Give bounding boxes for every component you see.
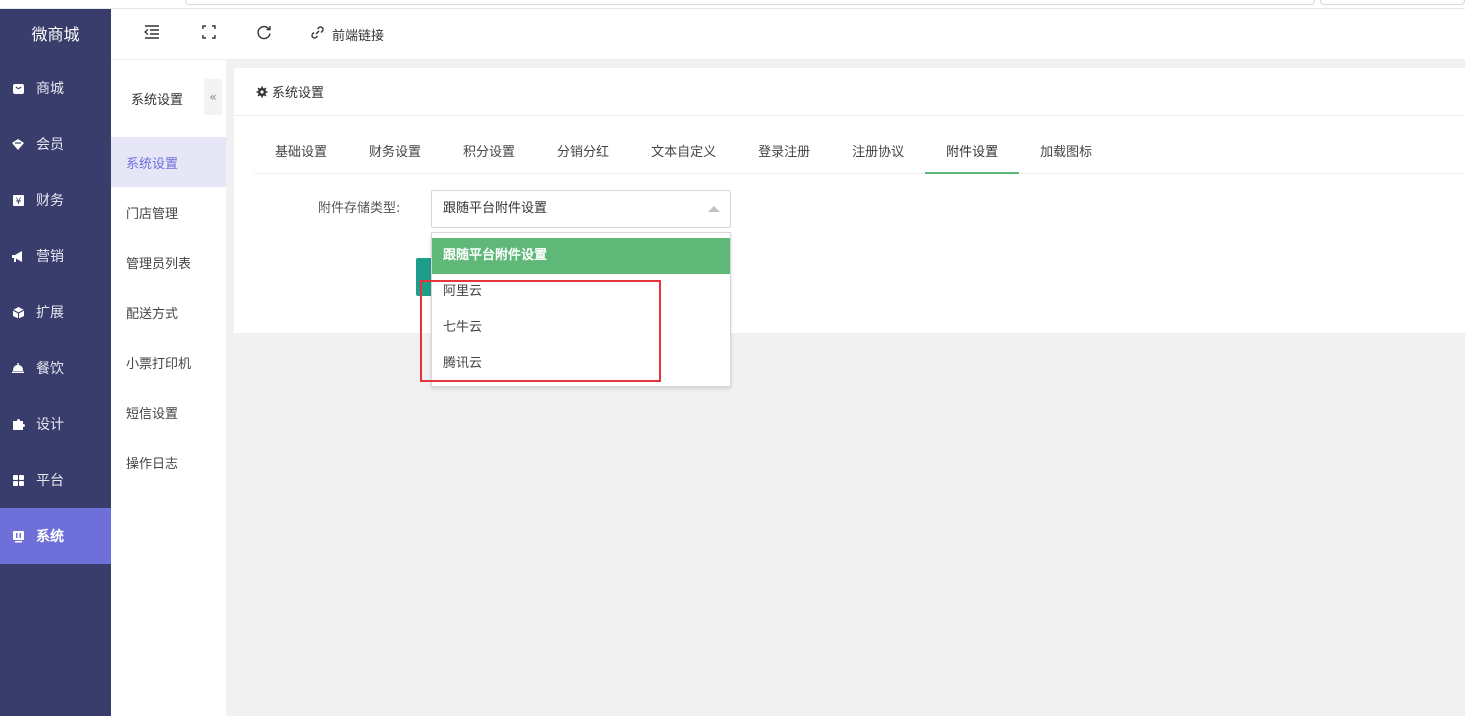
sidebar-item-catering[interactable]: 餐饮: [0, 340, 111, 396]
sidebar-item-design[interactable]: 设计: [0, 396, 111, 452]
settings-card: 系统设置 基础设置 财务设置 积分设置 分销分红 文本自定义 登录注册 注册协议…: [234, 68, 1465, 333]
sidebar-item-label: 扩展: [36, 305, 64, 321]
submenu-item-delivery[interactable]: 配送方式: [111, 287, 226, 337]
secondary-menu: 系统设置 « 系统设置 门店管理 管理员列表 配送方式 小票打印机 短信设置 操…: [111, 60, 226, 716]
option-follow-platform[interactable]: 跟随平台附件设置: [432, 238, 730, 274]
sidebar-item-label: 系统: [36, 529, 64, 545]
settings-tabs: 基础设置 财务设置 积分设置 分销分红 文本自定义 登录注册 注册协议 附件设置…: [254, 136, 1465, 174]
sidebar-item-label: 设计: [36, 417, 64, 433]
tab-finance[interactable]: 财务设置: [348, 136, 442, 174]
sidebar-item-platform[interactable]: 平台: [0, 452, 111, 508]
svg-text:¥: ¥: [15, 197, 21, 207]
tab-distribution[interactable]: 分销分红: [536, 136, 630, 174]
tab-register-agreement[interactable]: 注册协议: [831, 136, 925, 174]
sidebar-item-label: 平台: [36, 473, 64, 489]
tab-loading-icon[interactable]: 加载图标: [1019, 136, 1113, 174]
card-header: 系统设置: [234, 68, 1465, 116]
sidebar-item-label: 会员: [36, 137, 64, 153]
fullscreen-button[interactable]: [195, 9, 223, 60]
storage-type-dropdown: 跟随平台附件设置 阿里云 七牛云 腾讯云: [431, 232, 731, 387]
cube-icon: [11, 305, 25, 319]
card-title: 系统设置: [272, 86, 325, 101]
system-icon: [11, 529, 25, 543]
tab-custom-text[interactable]: 文本自定义: [630, 136, 737, 174]
storage-type-label: 附件存储类型:: [318, 201, 401, 216]
sidebar-item-marketing[interactable]: 营销: [0, 228, 111, 284]
dish-icon: [11, 361, 25, 375]
address-bar-edge: [185, 0, 1315, 5]
gear-icon: [256, 86, 268, 98]
puzzle-icon: [11, 417, 25, 431]
storage-type-row: 附件存储类型: 跟随平台附件设置: [234, 190, 934, 228]
frontend-link-label: 前端链接: [332, 28, 385, 44]
main-sidebar: 微商城 商城 会员 ¥ 财务 营销 扩展 餐饮 设计 平台 系统: [0, 9, 111, 716]
tab-basic[interactable]: 基础设置: [254, 136, 348, 174]
refresh-button[interactable]: [250, 9, 278, 60]
finance-icon: ¥: [11, 193, 25, 207]
tab-points[interactable]: 积分设置: [442, 136, 536, 174]
option-aliyun[interactable]: 阿里云: [432, 274, 730, 310]
search-bar-edge: [1320, 0, 1465, 5]
submenu-item-receipt-printer[interactable]: 小票打印机: [111, 337, 226, 387]
tab-login-register[interactable]: 登录注册: [737, 136, 831, 174]
submit-button[interactable]: [416, 258, 432, 296]
storage-type-value: 跟随平台附件设置: [443, 201, 548, 216]
megaphone-icon: [11, 249, 25, 263]
toggle-menu-button[interactable]: [138, 9, 166, 60]
sidebar-item-finance[interactable]: ¥ 财务: [0, 172, 111, 228]
sidebar-item-system[interactable]: 系统: [0, 508, 111, 564]
sidebar-item-label: 营销: [36, 249, 64, 265]
submenu-item-operation-log[interactable]: 操作日志: [111, 437, 226, 487]
refresh-icon: [256, 25, 272, 44]
option-tencent-cloud[interactable]: 腾讯云: [432, 346, 730, 382]
sidebar-item-label: 餐饮: [36, 361, 64, 377]
top-header: 前端链接: [111, 9, 1465, 60]
indent-icon: [143, 25, 160, 43]
submenu-item-system-settings[interactable]: 系统设置: [111, 137, 226, 187]
submenu-title-text: 系统设置: [131, 93, 184, 108]
shop-icon: [11, 81, 25, 95]
grid-icon: [11, 473, 25, 487]
submenu-item-store-management[interactable]: 门店管理: [111, 187, 226, 237]
sidebar-item-extend[interactable]: 扩展: [0, 284, 111, 340]
sidebar-item-label: 财务: [36, 193, 64, 209]
submenu-item-sms[interactable]: 短信设置: [111, 387, 226, 437]
tab-attachment[interactable]: 附件设置: [925, 136, 1020, 174]
caret-up-icon: [708, 206, 720, 212]
fullscreen-icon: [202, 25, 216, 43]
sidebar-item-member[interactable]: 会员: [0, 116, 111, 172]
app-logo[interactable]: 微商城: [0, 9, 111, 60]
option-qiniu[interactable]: 七牛云: [432, 310, 730, 346]
member-icon: [11, 137, 25, 151]
link-icon: [310, 25, 325, 44]
submenu-item-admin-list[interactable]: 管理员列表: [111, 237, 226, 287]
sidebar-item-label: 商城: [36, 81, 64, 97]
storage-type-select[interactable]: 跟随平台附件设置: [431, 190, 731, 228]
sidebar-item-shop[interactable]: 商城: [0, 60, 111, 116]
collapse-submenu-button[interactable]: «: [204, 79, 222, 115]
submenu-title: 系统设置 «: [111, 60, 226, 137]
frontend-link-button[interactable]: 前端链接: [310, 9, 384, 60]
